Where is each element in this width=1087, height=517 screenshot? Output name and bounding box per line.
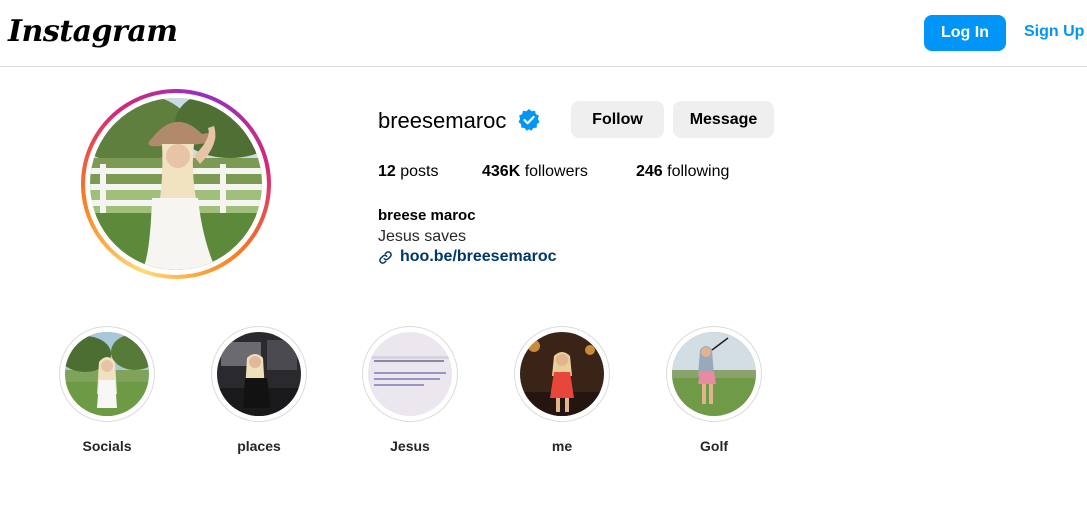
highlight-cover-image bbox=[217, 332, 301, 416]
posts-count-stat: 12 posts bbox=[378, 163, 438, 181]
highlight-label: Jesus bbox=[390, 438, 430, 454]
highlight-label: me bbox=[551, 438, 573, 454]
profile-username: breesemaroc bbox=[378, 108, 507, 133]
highlight-label: places bbox=[237, 438, 281, 454]
highlight-cover-image bbox=[520, 332, 604, 416]
highlight-golf[interactable]: Golf bbox=[664, 326, 764, 454]
login-button[interactable]: Log In bbox=[924, 15, 1006, 51]
profile-full-name: breese maroc bbox=[378, 207, 476, 224]
highlight-ring bbox=[362, 326, 458, 422]
highlight-socials[interactable]: Socials bbox=[57, 326, 157, 454]
following-stat-link[interactable]: 246 following bbox=[636, 163, 729, 181]
message-button[interactable]: Message bbox=[673, 101, 774, 138]
highlight-places[interactable]: places bbox=[209, 326, 309, 454]
highlight-me[interactable]: me bbox=[512, 326, 612, 454]
profile-external-link[interactable]: hoo.be/breesemaroc bbox=[378, 248, 557, 266]
highlight-label: Socials bbox=[82, 438, 132, 454]
highlight-ring bbox=[514, 326, 610, 422]
following-label: following bbox=[662, 163, 730, 180]
followers-label: followers bbox=[520, 163, 588, 180]
following-count: 246 bbox=[636, 163, 663, 180]
link-icon bbox=[378, 250, 393, 265]
profile-avatar-story-ring[interactable] bbox=[81, 89, 271, 279]
follow-button[interactable]: Follow bbox=[571, 101, 664, 138]
profile-bio: Jesus saves bbox=[378, 228, 467, 245]
highlight-ring bbox=[211, 326, 307, 422]
highlight-ring bbox=[666, 326, 762, 422]
highlight-cover-image bbox=[65, 332, 149, 416]
signup-link[interactable]: Sign Up bbox=[1024, 23, 1084, 41]
top-navigation-bar: Instagram Log In Sign Up bbox=[0, 0, 1087, 67]
highlight-jesus[interactable]: Jesus bbox=[360, 326, 460, 454]
instagram-logo[interactable]: Instagram bbox=[8, 14, 178, 49]
highlight-ring bbox=[59, 326, 155, 422]
highlight-cover-image bbox=[672, 332, 756, 416]
avatar-ring-gap bbox=[85, 93, 267, 275]
verified-badge-icon bbox=[517, 108, 541, 132]
highlight-label: Golf bbox=[700, 438, 728, 454]
followers-count: 436K bbox=[482, 163, 521, 180]
highlight-cover-image bbox=[368, 332, 452, 416]
profile-link-text: hoo.be/breesemaroc bbox=[400, 248, 557, 265]
posts-count: 12 bbox=[378, 163, 396, 180]
profile-avatar bbox=[90, 98, 262, 270]
posts-label: posts bbox=[395, 163, 439, 180]
followers-stat-link[interactable]: 436K followers bbox=[482, 163, 588, 181]
